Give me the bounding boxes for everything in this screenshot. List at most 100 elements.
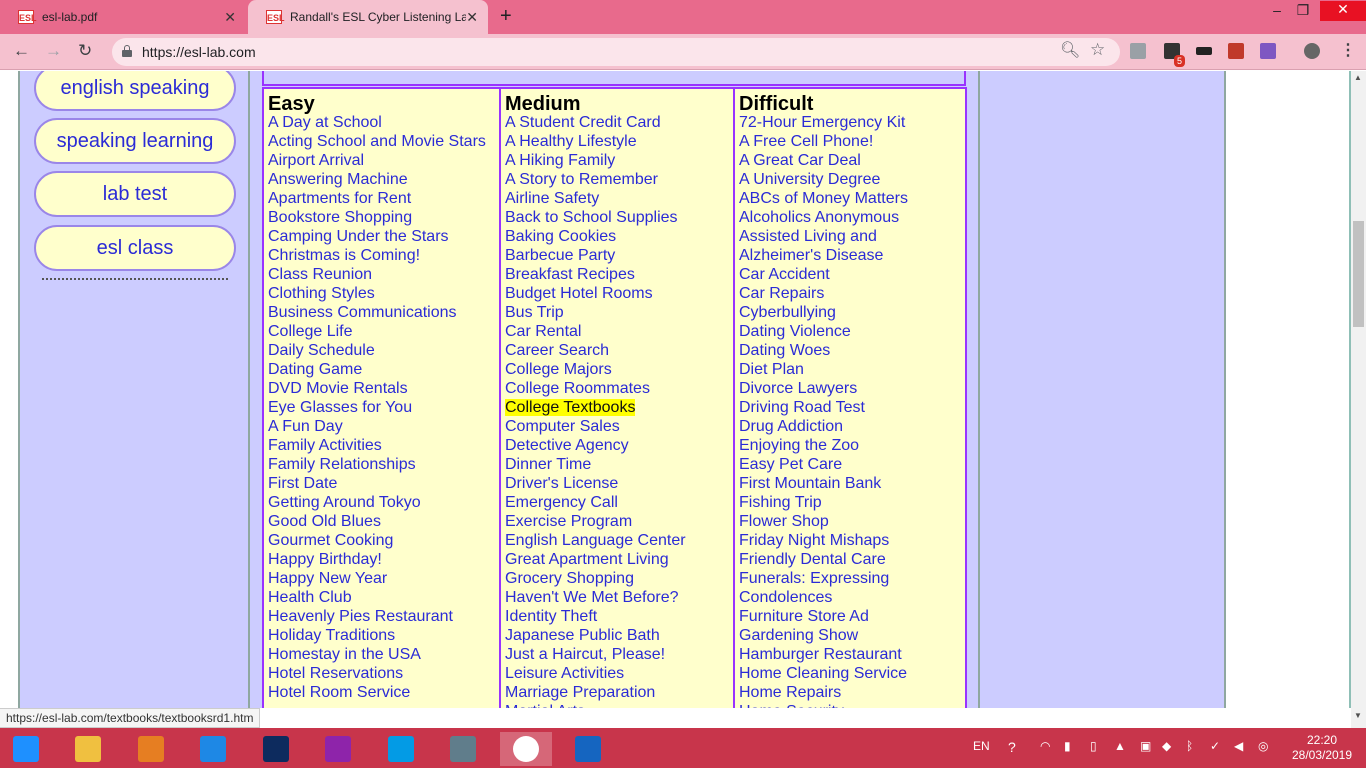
tray-app-icon[interactable]: ◆	[1162, 739, 1171, 753]
easy-lesson-link[interactable]: Business Communications	[268, 303, 499, 322]
medium-lesson-link[interactable]: College Roommates	[505, 379, 734, 398]
battery-icon[interactable]: ▯	[1090, 739, 1097, 753]
forward-icon[interactable]: →	[45, 41, 62, 61]
easy-lesson-link[interactable]: Heavenly Pies Restaurant	[268, 607, 499, 626]
medium-lesson-link[interactable]: College Majors	[505, 360, 734, 379]
difficult-lesson-link[interactable]: Funerals: Expressing	[739, 569, 967, 588]
difficult-lesson-link[interactable]: Driving Road Test	[739, 398, 967, 417]
medium-lesson-link[interactable]: Barbecue Party	[505, 246, 734, 265]
easy-lesson-link[interactable]: A Fun Day	[268, 417, 499, 436]
scrollbar[interactable]: ▲ ▼	[1351, 71, 1366, 728]
easy-lesson-link[interactable]: Answering Machine	[268, 170, 499, 189]
english-speaking-button[interactable]: english speaking	[34, 71, 236, 111]
difficult-lesson-link[interactable]: Enjoying the Zoo	[739, 436, 967, 455]
medium-lesson-link[interactable]: Dinner Time	[505, 455, 734, 474]
medium-lesson-link[interactable]: English Language Center	[505, 531, 734, 550]
easy-lesson-link[interactable]: Eye Glasses for You	[268, 398, 499, 417]
easy-lesson-link[interactable]: Daily Schedule	[268, 341, 499, 360]
chrome-taskbar-button[interactable]	[499, 732, 552, 766]
medium-lesson-link[interactable]: College Textbooks	[505, 398, 734, 417]
medium-lesson-link[interactable]: Grocery Shopping	[505, 569, 734, 588]
medium-lesson-link[interactable]: Breakfast Recipes	[505, 265, 734, 284]
easy-lesson-link[interactable]: Health Club	[268, 588, 499, 607]
profile-avatar[interactable]	[1304, 43, 1320, 59]
easy-lesson-link[interactable]: Airport Arrival	[268, 151, 499, 170]
difficult-lesson-link[interactable]: Hamburger Restaurant	[739, 645, 967, 664]
difficult-lesson-link[interactable]: Dating Violence	[739, 322, 967, 341]
media-player-taskbar-button[interactable]	[125, 732, 177, 766]
medium-lesson-link[interactable]: Driver's License	[505, 474, 734, 493]
difficult-lesson-link[interactable]: A Free Cell Phone!	[739, 132, 967, 151]
start-taskbar-button[interactable]	[0, 732, 52, 766]
wifi-icon[interactable]: ◠	[1040, 739, 1050, 753]
easy-lesson-link[interactable]: Hotel Reservations	[268, 664, 499, 683]
drive-icon[interactable]: ▲	[1114, 739, 1126, 753]
easy-lesson-link[interactable]: Hotel Room Service	[268, 683, 499, 702]
difficult-lesson-link[interactable]: 72-Hour Emergency Kit	[739, 113, 967, 132]
easy-lesson-link[interactable]: Acting School and Movie Stars	[268, 132, 499, 151]
easy-lesson-link[interactable]: Camping Under the Stars	[268, 227, 499, 246]
tab-esl-lab-pdf[interactable]: ESL esl-lab.pdf ✕	[0, 0, 246, 34]
lab-test-button[interactable]: lab test	[34, 171, 236, 217]
medium-lesson-link[interactable]: Just a Haircut, Please!	[505, 645, 734, 664]
camera-app-taskbar-button[interactable]	[312, 732, 364, 766]
easy-lesson-link[interactable]: DVD Movie Rentals	[268, 379, 499, 398]
medium-lesson-link[interactable]: Car Rental	[505, 322, 734, 341]
easy-lesson-link[interactable]: Bookstore Shopping	[268, 208, 499, 227]
internet-explorer-taskbar-button[interactable]	[187, 732, 239, 766]
difficult-lesson-link[interactable]: Home Security	[739, 702, 967, 708]
difficult-lesson-link[interactable]: Alcoholics Anonymous	[739, 208, 967, 227]
difficult-lesson-link[interactable]: Fishing Trip	[739, 493, 967, 512]
difficult-lesson-link[interactable]: A Great Car Deal	[739, 151, 967, 170]
easy-lesson-link[interactable]: Homestay in the USA	[268, 645, 499, 664]
security-icon[interactable]: ✓	[1210, 739, 1220, 753]
medium-lesson-link[interactable]: Baking Cookies	[505, 227, 734, 246]
easy-lesson-link[interactable]: Happy New Year	[268, 569, 499, 588]
zoom-icon[interactable]: 🔍︎	[1060, 40, 1080, 60]
medium-lesson-link[interactable]: Martial Arts	[505, 702, 734, 708]
bookmark-star-icon[interactable]: ☆	[1090, 40, 1105, 60]
difficult-lesson-link[interactable]: Dating Woes	[739, 341, 967, 360]
medium-lesson-link[interactable]: Marriage Preparation	[505, 683, 734, 702]
difficult-lesson-link[interactable]: Car Accident	[739, 265, 967, 284]
file-explorer-taskbar-button[interactable]	[62, 732, 114, 766]
medium-lesson-link[interactable]: Computer Sales	[505, 417, 734, 436]
menu-icon[interactable]: ⋮	[1340, 40, 1356, 60]
speaking-learning-button[interactable]: speaking learning	[34, 118, 236, 164]
medium-lesson-link[interactable]: Bus Trip	[505, 303, 734, 322]
clock[interactable]: 22:20 28/03/2019	[1290, 733, 1354, 763]
close-tab-icon[interactable]: ✕	[466, 9, 478, 26]
difficult-lesson-link[interactable]: Friendly Dental Care	[739, 550, 967, 569]
medium-lesson-link[interactable]: Budget Hotel Rooms	[505, 284, 734, 303]
medium-lesson-link[interactable]: Detective Agency	[505, 436, 734, 455]
pdf-extension-icon[interactable]	[1228, 43, 1244, 59]
easy-lesson-link[interactable]: Christmas is Coming!	[268, 246, 499, 265]
medium-lesson-link[interactable]: Airline Safety	[505, 189, 734, 208]
medium-lesson-link[interactable]: Career Search	[505, 341, 734, 360]
difficult-lesson-link[interactable]: First Mountain Bank	[739, 474, 967, 493]
medium-lesson-link[interactable]: A Hiking Family	[505, 151, 734, 170]
photoshop-taskbar-button[interactable]	[250, 732, 302, 766]
medium-lesson-link[interactable]: A Student Credit Card	[505, 113, 734, 132]
nx-extension-icon[interactable]	[1260, 43, 1276, 59]
medium-lesson-link[interactable]: A Healthy Lifestyle	[505, 132, 734, 151]
back-icon[interactable]: ←	[13, 41, 30, 61]
difficult-lesson-link[interactable]: Furniture Store Ad	[739, 607, 967, 626]
glasses-extension-icon[interactable]	[1196, 47, 1212, 55]
tab-esl-cyber-lab[interactable]: ESL Randall's ESL Cyber Listening Lab ✕	[248, 0, 488, 34]
volume-icon[interactable]: ◀	[1234, 739, 1243, 753]
medium-lesson-link[interactable]: Back to School Supplies	[505, 208, 734, 227]
easy-lesson-link[interactable]: Apartments for Rent	[268, 189, 499, 208]
difficult-lesson-link[interactable]: Flower Shop	[739, 512, 967, 531]
difficult-lesson-link[interactable]: Alzheimer's Disease	[739, 246, 967, 265]
easy-lesson-link[interactable]: Holiday Traditions	[268, 626, 499, 645]
medium-lesson-link[interactable]: Emergency Call	[505, 493, 734, 512]
notification-icon[interactable]: ◎	[1258, 739, 1268, 753]
easy-lesson-link[interactable]: Gourmet Cooking	[268, 531, 499, 550]
easy-lesson-link[interactable]: Dating Game	[268, 360, 499, 379]
word-taskbar-button[interactable]	[562, 732, 614, 766]
esl-class-button[interactable]: esl class	[34, 225, 236, 271]
medium-lesson-link[interactable]: A Story to Remember	[505, 170, 734, 189]
difficult-lesson-link[interactable]: Condolences	[739, 588, 967, 607]
easy-lesson-link[interactable]: Good Old Blues	[268, 512, 499, 531]
